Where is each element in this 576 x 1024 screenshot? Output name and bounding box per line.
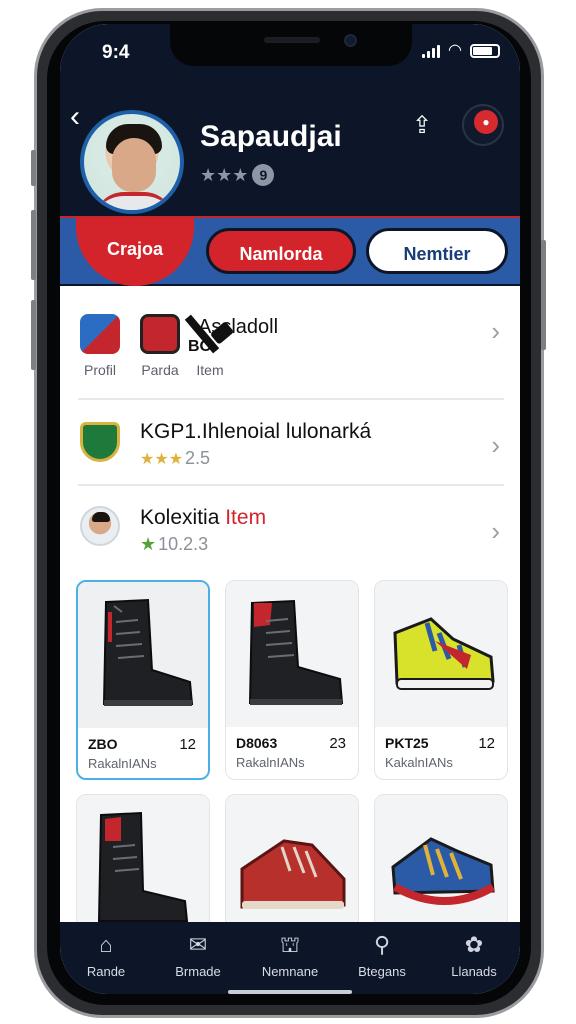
tab-namlorda[interactable]: Namlorda (206, 228, 356, 274)
nav-label: Rande (86, 964, 126, 979)
main-content: Profil Parda Item Assladoll BO › KGP1.Ih… (60, 286, 520, 934)
bottom-navigation: ⌂ Rande ✉ Brmade ⛫ Nemnane ⚲ Btegans ✿ L… (60, 922, 520, 994)
home-indicator[interactable] (228, 990, 352, 994)
product-card[interactable]: D8063 23 RakalnIANs (225, 580, 359, 780)
category-label: Profil (84, 362, 116, 378)
red-shoe-icon (240, 839, 346, 909)
list-item-title: KGP1.Ihlenoial lulonarká (140, 420, 372, 443)
nav-home[interactable]: ⌂ Rande (60, 922, 152, 994)
product-qty: 12 (478, 735, 495, 752)
notch (170, 24, 412, 66)
list-item-title: Kolexitia Item (140, 506, 267, 529)
status-time: 9:4 (102, 42, 130, 63)
category-title: Assladoll (198, 316, 279, 338)
status-icons: ◠ (422, 42, 500, 59)
product-qty: 12 (179, 736, 196, 753)
search-icon: ⚲ (373, 932, 391, 957)
wifi-icon: ◠ (448, 42, 462, 59)
profile-header: 9:4 ◠ ‹ Sapaudjai ★★★ 9 ⇪ ● Crajoa Namlo… (60, 24, 520, 286)
product-image (226, 581, 358, 727)
battery-icon (470, 44, 500, 58)
chevron-right-icon: › (491, 516, 500, 546)
message-icon: ✉ (188, 932, 208, 957)
product-code: D8063 (236, 735, 278, 751)
back-button[interactable]: ‹ (70, 102, 94, 132)
player-avatar-icon (80, 506, 120, 546)
product-subtitle: RakalnIANs (236, 755, 305, 770)
product-card[interactable]: ZBO 12 RakalnIANs (76, 580, 210, 780)
product-image (226, 795, 358, 933)
speaker (264, 37, 320, 43)
star-icon: ★★★ (140, 450, 184, 468)
rating-stars-icon: ★★★ (200, 164, 249, 185)
notification-badge-icon: ● (474, 110, 498, 134)
tab-nemtier[interactable]: Nemtier (366, 228, 508, 274)
product-subtitle: KakalnIANs (385, 755, 453, 770)
product-subtitle: RakalnIANs (88, 756, 157, 771)
category-parda[interactable]: Parda (140, 314, 180, 378)
volume-up-button (31, 210, 36, 280)
category-label: Item (196, 362, 224, 378)
signal-icon (422, 44, 441, 58)
star-icon: ★ (140, 534, 157, 554)
notification-button[interactable]: ● (462, 104, 504, 146)
product-qty: 23 (329, 735, 346, 752)
nav-messages[interactable]: ✉ Brmade (152, 922, 244, 994)
list-item-rating: ★ 10.2.3 (140, 534, 209, 554)
profile-rating: ★★★ 9 (200, 164, 275, 186)
profile-avatar[interactable] (80, 110, 184, 214)
front-camera (344, 34, 357, 47)
nav-search[interactable]: ⚲ Btegans (336, 922, 428, 994)
black-red-boot-icon (248, 599, 344, 705)
black-boot-icon (102, 598, 194, 706)
list-item[interactable]: Kolexitia Item ★ 10.2.3 › (78, 486, 504, 572)
nav-shop[interactable]: ⛫ Nemnane (244, 922, 336, 994)
category-code: BO (188, 338, 212, 355)
volume-down-button (31, 300, 36, 370)
product-image (78, 582, 208, 728)
shield-tool-icon (80, 314, 120, 354)
category-label: Parda (141, 362, 179, 378)
category-row[interactable]: Profil Parda Item Assladoll BO › (78, 286, 504, 400)
nav-profile[interactable]: ✿ Llanads (428, 922, 520, 994)
category-profil[interactable]: Profil (80, 314, 120, 378)
chevron-right-icon: › (491, 316, 500, 346)
list-item-rating: ★★★ 2.5 (140, 448, 211, 468)
nav-label: Btegans (358, 964, 406, 979)
mute-switch (31, 150, 36, 186)
red-badge-icon (140, 314, 180, 354)
home-icon: ⌂ (99, 932, 113, 957)
profile-tabs: Crajoa Namlorda Nemtier (60, 216, 520, 286)
product-card[interactable]: PKT25 12 KakalnIANs (374, 580, 508, 780)
product-grid: ZBO 12 RakalnIANs D8063 23 RakalnIANs PK… (76, 580, 508, 934)
chevron-right-icon: › (491, 430, 500, 460)
profile-name: Sapaudjai (200, 120, 342, 153)
product-card[interactable] (374, 794, 508, 934)
product-code: ZBO (88, 736, 118, 752)
club-shield-icon (80, 422, 120, 462)
product-image (375, 581, 507, 727)
yellow-sneaker-icon (393, 617, 495, 690)
nav-label: Nemnane (261, 964, 319, 979)
colorful-sneaker-icon (391, 837, 496, 905)
product-image (375, 795, 507, 933)
black-tall-boot-icon (97, 811, 189, 922)
rating-badge: 9 (252, 164, 275, 186)
share-icon[interactable]: ⇪ (406, 110, 438, 142)
product-card[interactable] (225, 794, 359, 934)
nav-label: Llanads (451, 964, 497, 979)
product-image (77, 795, 209, 933)
product-card[interactable] (76, 794, 210, 934)
power-button (541, 240, 546, 350)
tab-crajoa[interactable]: Crajoa (76, 218, 194, 286)
nav-label: Brmade (175, 964, 221, 979)
shop-icon: ⛫ (279, 932, 301, 957)
profile-flower-icon: ✿ (464, 932, 484, 957)
list-item[interactable]: KGP1.Ihlenoial lulonarká ★★★ 2.5 › (78, 400, 504, 486)
app-screen: 9:4 ◠ ‹ Sapaudjai ★★★ 9 ⇪ ● Crajoa Namlo… (60, 24, 520, 994)
product-code: PKT25 (385, 735, 429, 751)
